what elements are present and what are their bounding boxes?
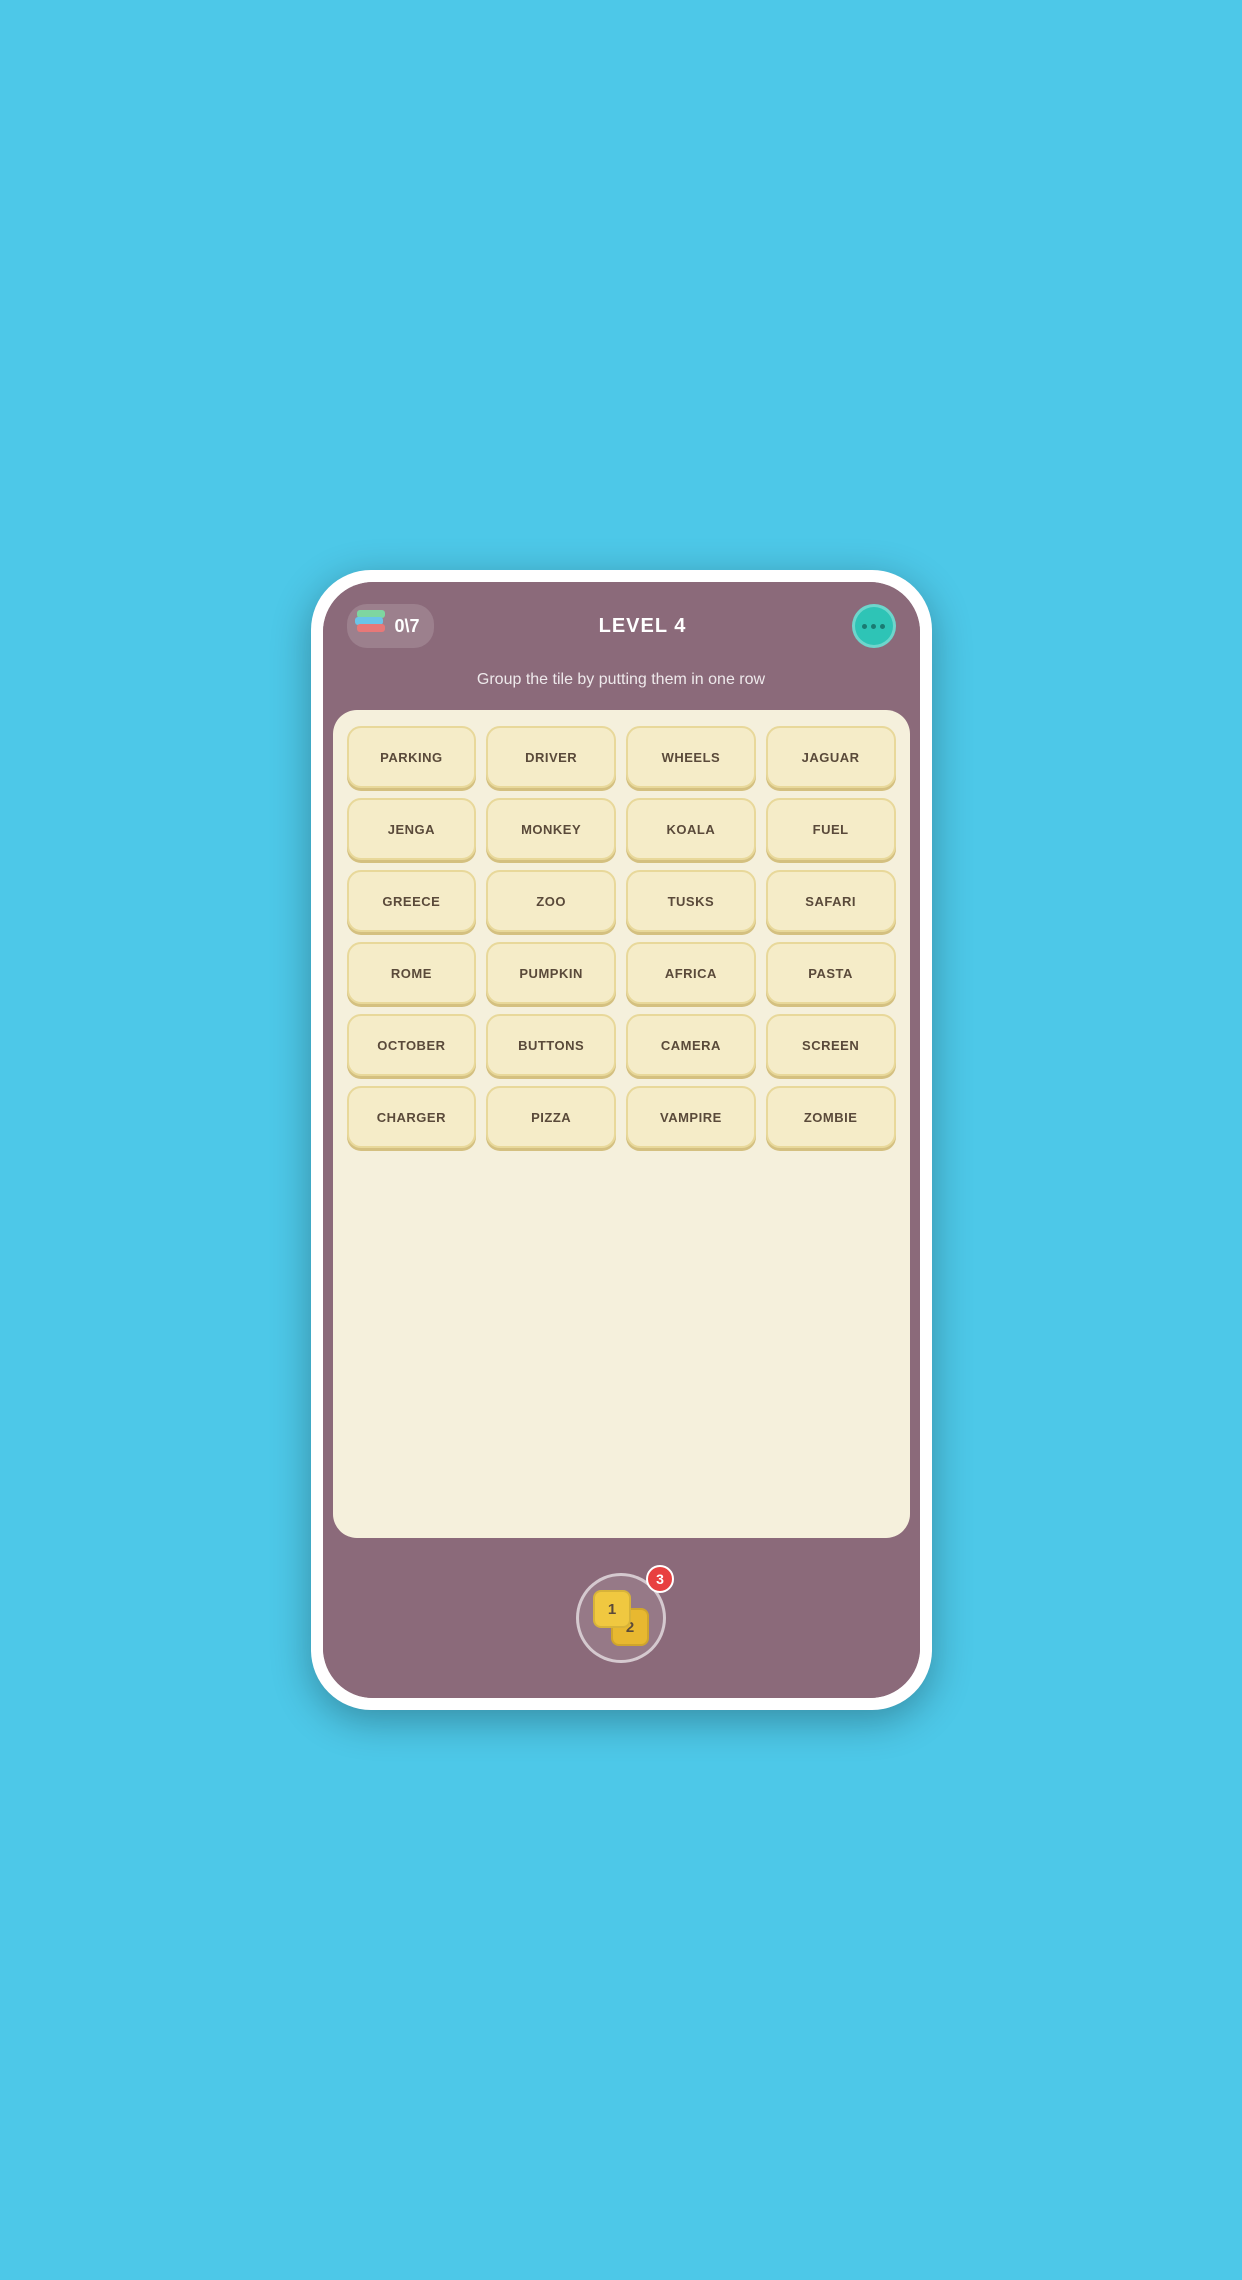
tile-vampire[interactable]: VAMPIRE [626, 1086, 756, 1148]
tile-jaguar[interactable]: JAGUAR [766, 726, 896, 788]
tile-fuel[interactable]: FUEL [766, 798, 896, 860]
tile-rome[interactable]: ROME [347, 942, 477, 1004]
phone-frame: 0\7 LEVEL 4 Group the tile by putting th… [311, 570, 932, 1710]
score-badge: 0\7 [347, 604, 434, 648]
tile-jenga[interactable]: JENGA [347, 798, 477, 860]
header: 0\7 LEVEL 4 [323, 582, 920, 664]
tile-october[interactable]: OCTOBER [347, 1014, 477, 1076]
tile-greece[interactable]: GREECE [347, 870, 477, 932]
tile-zoo[interactable]: ZOO [486, 870, 616, 932]
tile-row: OCTOBER BUTTONS CAMERA SCREEN [347, 1014, 896, 1076]
bottom-area: 3 1 2 [323, 1538, 920, 1698]
mini-tile-1: 1 [593, 1590, 631, 1628]
tile-row: ROME PUMPKIN AFRICA PASTA [347, 942, 896, 1004]
menu-button[interactable] [852, 604, 896, 648]
phone-screen: 0\7 LEVEL 4 Group the tile by putting th… [323, 582, 920, 1698]
tile-parking[interactable]: PARKING [347, 726, 477, 788]
tile-tusks[interactable]: TUSKS [626, 870, 756, 932]
layers-icon [355, 610, 387, 642]
game-board: PARKING DRIVER WHEELS JAGUAR JENGA MONKE… [333, 710, 910, 1538]
tile-charger[interactable]: CHARGER [347, 1086, 477, 1148]
tile-pasta[interactable]: PASTA [766, 942, 896, 1004]
tile-pizza[interactable]: PIZZA [486, 1086, 616, 1148]
tile-camera[interactable]: CAMERA [626, 1014, 756, 1076]
tile-stack: 1 2 [593, 1590, 649, 1646]
tile-monkey[interactable]: MONKEY [486, 798, 616, 860]
tile-row: GREECE ZOO TUSKS SAFARI [347, 870, 896, 932]
level-title: LEVEL 4 [599, 615, 687, 638]
tile-zombie[interactable]: ZOMBIE [766, 1086, 896, 1148]
instruction-text: Group the tile by putting them in one ro… [323, 664, 920, 710]
tile-safari[interactable]: SAFARI [766, 870, 896, 932]
tile-screen[interactable]: SCREEN [766, 1014, 896, 1076]
tile-row: PARKING DRIVER WHEELS JAGUAR [347, 726, 896, 788]
tile-africa[interactable]: AFRICA [626, 942, 756, 1004]
tile-koala[interactable]: KOALA [626, 798, 756, 860]
tile-pumpkin[interactable]: PUMPKIN [486, 942, 616, 1004]
counter-widget[interactable]: 3 1 2 [576, 1573, 666, 1663]
tile-row: JENGA MONKEY KOALA FUEL [347, 798, 896, 860]
score-text: 0\7 [395, 616, 420, 637]
tile-wheels[interactable]: WHEELS [626, 726, 756, 788]
notification-badge: 3 [646, 1565, 674, 1593]
tile-row: CHARGER PIZZA VAMPIRE ZOMBIE [347, 1086, 896, 1148]
tile-buttons[interactable]: BUTTONS [486, 1014, 616, 1076]
tile-driver[interactable]: DRIVER [486, 726, 616, 788]
dots-icon [862, 624, 885, 629]
